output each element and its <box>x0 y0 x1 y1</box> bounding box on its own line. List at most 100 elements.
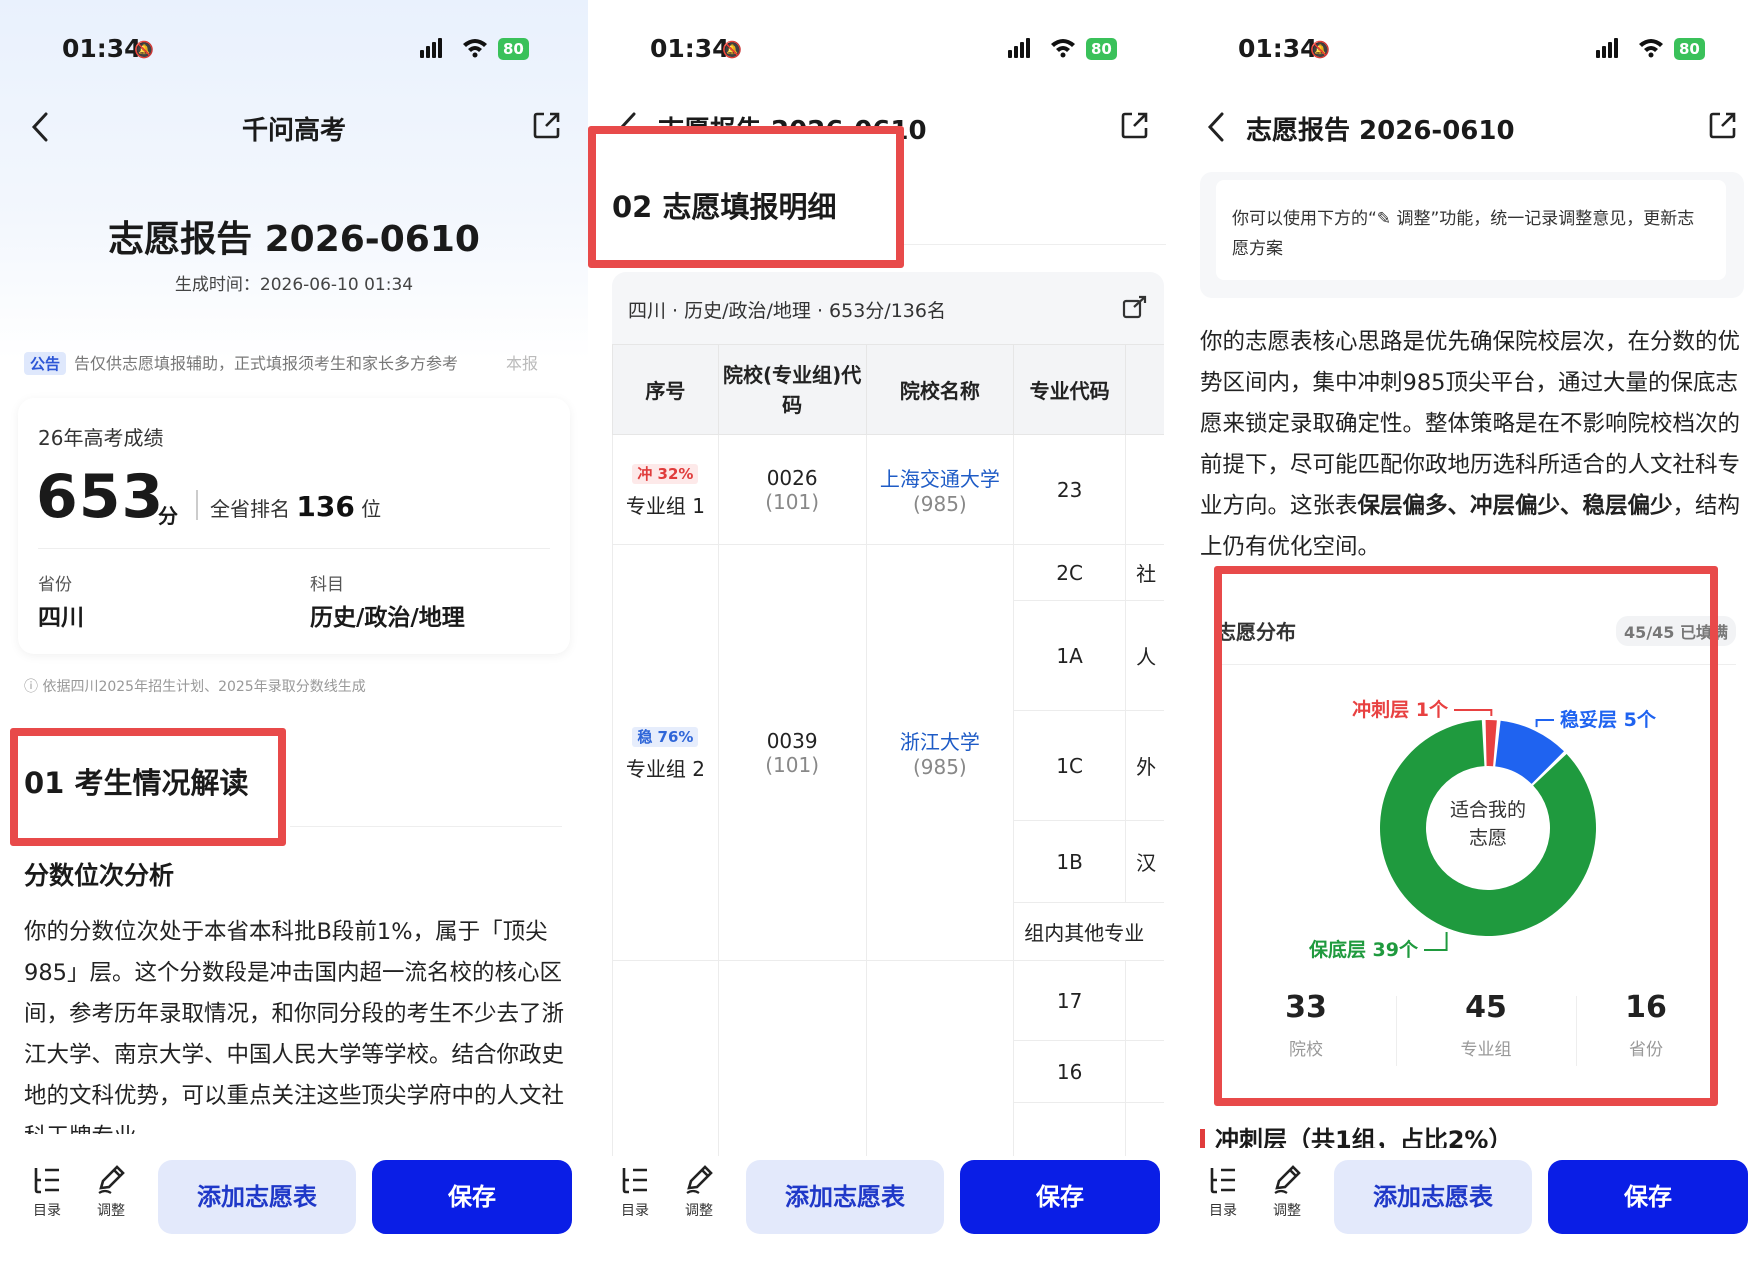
school-name[interactable]: 浙江大学 <box>867 726 1014 755</box>
share-icon[interactable] <box>1708 110 1738 144</box>
table-row: 17 <box>612 960 1164 1163</box>
card-divider <box>38 548 550 549</box>
adjust-label: 调整 <box>685 1203 713 1219</box>
rush-tier-heading: 冲刺层（共1组，占比2%） <box>1200 1120 1512 1148</box>
rush-tier-heading-text: 冲刺层（共1组，占比2%） <box>1215 1126 1513 1148</box>
catalog-button[interactable]: 目录 <box>610 1164 660 1220</box>
school-cell <box>865 960 1015 1163</box>
status-time: 01:34 <box>650 34 730 63</box>
status-bar: 01:34 🔕 80 <box>1176 30 1764 70</box>
source-note-text: 依据四川2025年招生计划、2025年录取分数线生成 <box>42 679 366 695</box>
score-card: 26年高考成绩 653 分 全省排名 136 位 省份 四川 科目 历史/政治/… <box>18 398 570 654</box>
group-other-majors[interactable]: 组内其他专业 <box>1013 902 1164 961</box>
info-icon: ⓘ <box>24 679 43 695</box>
adjust-label: 调整 <box>1273 1203 1301 1219</box>
adjust-button[interactable]: 调整 <box>1262 1164 1312 1220</box>
table-row[interactable]: 稳 76% 专业组 2 0039 (101) 浙江大学 (985) 2C 社 <box>612 544 1164 961</box>
stable-badge: 稳 76% <box>632 727 699 747</box>
plan-table: 序号 院校(专业组)代码 院校名称 专业代码 冲 32% 专业组 1 0026 (1… <box>612 344 1164 1163</box>
province-label: 省份 <box>38 575 72 595</box>
score-value: 653 <box>36 462 165 532</box>
bottom-toolbar: 目录 调整 添加志愿表 保存 <box>588 1156 1176 1236</box>
school-tier: (985) <box>912 755 967 779</box>
code-cell: 0026 (101) <box>717 434 867 545</box>
notice-bar[interactable]: 公告 告仅供志愿填报辅助，正式填报须考生和家长多方参考 本报 <box>24 350 584 378</box>
export-icon[interactable] <box>1122 294 1148 324</box>
group-label: 专业组 2 <box>625 757 705 781</box>
province-value: 四川 <box>38 605 84 631</box>
save-button[interactable]: 保存 <box>372 1160 572 1234</box>
code-cell: 0039 (101) <box>717 544 867 961</box>
group-label: 专业组 1 <box>625 494 705 518</box>
battery-indicator: 80 <box>498 38 529 60</box>
col-header <box>1125 344 1164 435</box>
wifi-icon <box>1050 36 1076 62</box>
school-name[interactable]: 上海交通大学 <box>867 463 1014 492</box>
bottom-toolbar: 目录 调整 添加志愿表 保存 <box>1176 1156 1764 1236</box>
nav-bar: 志愿报告 2026-0610 <box>1176 100 1764 156</box>
status-bar: 01:34 🔕 80 <box>0 30 588 70</box>
edit-icon <box>98 1165 125 1194</box>
save-button[interactable]: 保存 <box>1548 1160 1748 1234</box>
notice-text: 告仅供志愿填报辅助，正式填报须考生和家长多方参考 <box>74 354 459 373</box>
adjust-button[interactable]: 调整 <box>86 1164 136 1220</box>
rank-value: 136 <box>296 490 355 523</box>
table-summary: 四川 · 历史/政治/地理 · 653分/136名 <box>628 300 946 322</box>
back-icon[interactable] <box>1206 110 1228 148</box>
seq-cell: 冲 32% 专业组 1 <box>612 434 719 545</box>
rank-unit: 位 <box>361 497 382 521</box>
major-code-cell: 16 <box>1013 1040 1127 1103</box>
add-plan-button[interactable]: 添加志愿表 <box>158 1160 356 1234</box>
major-code-cell: 1B <box>1013 820 1127 903</box>
notice-tag: 公告 <box>24 352 67 375</box>
rush-badge: 冲 32% <box>632 464 699 484</box>
section-divider <box>904 244 1166 245</box>
edit-icon <box>1274 1165 1301 1194</box>
save-button[interactable]: 保存 <box>960 1160 1160 1234</box>
battery-indicator: 80 <box>1086 38 1117 60</box>
table-header-row: 序号 院校(专业组)代码 院校名称 专业代码 <box>612 344 1164 435</box>
status-time: 01:34 <box>62 34 142 63</box>
col-header: 序号 <box>612 344 719 435</box>
section-title-01: 01 考生情况解读 <box>24 766 249 800</box>
catalog-button[interactable]: 目录 <box>22 1164 72 1220</box>
share-icon[interactable] <box>1120 110 1150 144</box>
signal-icon <box>1008 38 1032 62</box>
major-code-cell: 1C <box>1013 710 1127 821</box>
catalog-button[interactable]: 目录 <box>1198 1164 1248 1220</box>
generated-time: 生成时间：2026-06-10 01:34 <box>174 275 414 295</box>
strategy-paragraph: 你的志愿表核心思路是优先确保院校层次，在分数的优势区间内，集中冲刺985顶尖平台… <box>1200 322 1750 568</box>
status-bar: 01:34 🔕 80 <box>588 30 1176 70</box>
table-row[interactable]: 冲 32% 专业组 1 0026 (101) 上海交通大学 (985) 23 <box>612 434 1164 545</box>
score-label: 26年高考成绩 <box>38 426 164 450</box>
major-name-cell <box>1125 960 1164 1041</box>
signal-icon <box>420 38 444 62</box>
col-header: 院校名称 <box>865 344 1015 435</box>
screen-3: 01:34 🔕 80 志愿报告 2026-0610 你可以使用下方的“✎ 调整”… <box>1176 0 1764 1280</box>
catalog-icon <box>34 1168 59 1194</box>
wifi-icon <box>462 36 488 62</box>
highlight-box <box>1214 566 1718 1106</box>
add-plan-button[interactable]: 添加志愿表 <box>1334 1160 1532 1234</box>
catalog-label: 目录 <box>621 1203 649 1219</box>
mute-icon: 🔕 <box>134 40 154 59</box>
major-name-cell <box>1125 1102 1164 1163</box>
school-cell[interactable]: 上海交通大学 (985) <box>865 434 1015 545</box>
school-code: 0026 <box>766 465 818 490</box>
share-icon[interactable] <box>532 110 562 144</box>
nav-bar: 千问高考 <box>0 100 588 156</box>
catalog-label: 目录 <box>33 1203 61 1219</box>
school-code: 0039 <box>766 728 818 753</box>
heading-accent <box>1200 1129 1205 1148</box>
major-code-cell <box>1013 1102 1127 1163</box>
col-header: 院校(专业组)代码 <box>717 344 867 435</box>
col-header: 专业代码 <box>1013 344 1127 435</box>
screen-2: 01:34 🔕 80 志愿报告 2026-0610 02 志愿填报明细 四川 ·… <box>588 0 1176 1280</box>
signal-icon <box>1596 38 1620 62</box>
subject-value: 历史/政治/地理 <box>310 605 465 631</box>
school-cell[interactable]: 浙江大学 (985) <box>865 544 1015 961</box>
adjust-button[interactable]: 调整 <box>674 1164 724 1220</box>
nav-title: 志愿报告 2026-0610 <box>1246 116 1515 146</box>
add-plan-button[interactable]: 添加志愿表 <box>746 1160 944 1234</box>
screen-1: 01:34 🔕 80 千问高考 志愿报告 2026-0610 生成时间：2026… <box>0 0 588 1280</box>
